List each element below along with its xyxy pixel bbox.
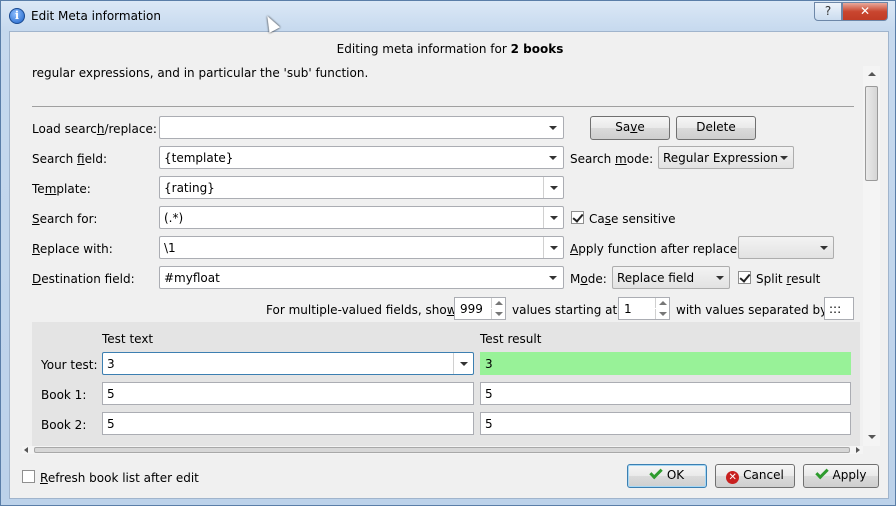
refresh-book-list-label: Refresh book list after edit [40, 471, 199, 485]
multi-value-label: For multiple-valued fields, show [266, 303, 457, 317]
start-index-spinbox[interactable]: 1 [618, 297, 670, 320]
split-result-label: Split result [756, 272, 821, 286]
destination-field-combo[interactable]: #myfloat [159, 266, 564, 289]
test-result-header: Test result [480, 332, 542, 346]
replace-with-label: Replace with: [32, 242, 113, 256]
apply-function-label: Apply function after replace: [570, 242, 742, 256]
search-replace-panel: regular expressions, and in particular t… [22, 66, 860, 448]
search-mode-label: Search mode: [570, 152, 654, 166]
mode-select[interactable]: Replace field [612, 266, 730, 289]
scroll-thumb[interactable] [865, 86, 878, 181]
book-1-text[interactable]: 5 [102, 382, 474, 405]
test-panel: Test text Test result Your test: 3 3 Boo… [32, 322, 860, 448]
book-1-label: Book 1: [41, 388, 87, 402]
apply-function-select[interactable] [738, 236, 834, 259]
split-result-checkbox[interactable] [738, 271, 751, 284]
multi-count-spinbox[interactable]: 999 [454, 297, 506, 320]
search-mode-select[interactable]: Regular Expression [658, 146, 794, 169]
search-for-label: Search for: [32, 212, 98, 226]
hscroll-thumb[interactable] [34, 447, 850, 453]
spin-down-icon[interactable] [491, 309, 505, 319]
scroll-right-icon[interactable] [853, 446, 863, 454]
separator-input[interactable]: ::: [824, 297, 854, 320]
template-combo[interactable]: {rating} [159, 176, 564, 199]
checkmark-icon [814, 465, 829, 480]
cancel-icon: ✕ [726, 471, 740, 484]
vertical-scrollbar[interactable] [863, 66, 880, 446]
apply-button[interactable]: Apply [803, 464, 879, 488]
mode-label: Mode: [570, 272, 607, 286]
dialog-body: Editing meta information for 2 books reg… [9, 31, 889, 499]
case-sensitive-checkbox[interactable] [571, 211, 584, 224]
page-title: Editing meta information for 2 books [336, 42, 564, 56]
dialog-window: i Edit Meta information ? ✕ Editing meta… [0, 0, 896, 506]
help-button[interactable]: ? [814, 2, 842, 21]
chevron-down-icon[interactable] [453, 353, 473, 374]
spin-up-icon[interactable] [491, 298, 505, 308]
chevron-down-icon[interactable] [543, 267, 563, 288]
case-sensitive-label: Case sensitive [589, 212, 676, 226]
search-field-combo[interactable]: {template} [159, 146, 564, 169]
divider [32, 106, 854, 107]
load-search-replace-combo[interactable] [159, 116, 564, 139]
separator-label: with values separated by [676, 303, 828, 317]
your-test-combo[interactable]: 3 [102, 352, 474, 375]
book-1-result: 5 [480, 382, 851, 405]
chevron-down-icon[interactable] [543, 177, 563, 198]
book-2-label: Book 2: [41, 418, 87, 432]
scroll-left-icon[interactable] [22, 446, 32, 454]
book-2-text[interactable]: 5 [102, 412, 474, 435]
test-text-header: Test text [102, 332, 154, 346]
checkmark-icon [649, 465, 663, 480]
book-count: 2 books [510, 42, 564, 56]
scroll-down-icon[interactable] [863, 429, 880, 446]
chevron-down-icon[interactable] [543, 207, 563, 228]
chevron-down-icon[interactable] [543, 117, 563, 138]
load-search-replace-label: Load search/replace: [32, 122, 157, 136]
title-bar[interactable]: i Edit Meta information ? ✕ [1, 1, 895, 31]
book-2-result: 5 [480, 412, 851, 435]
scroll-up-icon[interactable] [863, 66, 880, 83]
spin-down-icon[interactable] [655, 309, 669, 319]
delete-button[interactable]: Delete [676, 116, 756, 140]
chevron-down-icon[interactable] [711, 267, 729, 288]
search-field-label: Search field: [32, 152, 107, 166]
chevron-down-icon[interactable] [543, 147, 563, 168]
horizontal-scrollbar[interactable] [22, 446, 863, 454]
spin-up-icon[interactable] [655, 298, 669, 308]
help-description: regular expressions, and in particular t… [32, 66, 369, 80]
chevron-down-icon[interactable] [775, 147, 793, 168]
refresh-book-list-checkbox[interactable] [22, 470, 35, 483]
close-button[interactable]: ✕ [842, 2, 888, 21]
starting-at-label: values starting at [512, 303, 618, 317]
chevron-down-icon[interactable] [543, 237, 563, 258]
template-label: Template: [32, 182, 91, 196]
search-for-combo[interactable]: (.*) [159, 206, 564, 229]
ok-button[interactable]: OK [627, 464, 707, 488]
chevron-down-icon[interactable] [815, 237, 833, 258]
save-button[interactable]: Save [590, 116, 670, 140]
destination-field-label: Destination field: [32, 272, 135, 286]
your-test-result: 3 [480, 352, 851, 375]
info-icon: i [9, 8, 25, 24]
your-test-label: Your test: [41, 358, 98, 372]
replace-with-combo[interactable]: \1 [159, 236, 564, 259]
window-title: Edit Meta information [31, 9, 161, 23]
cancel-button[interactable]: ✕ Cancel [715, 464, 795, 488]
